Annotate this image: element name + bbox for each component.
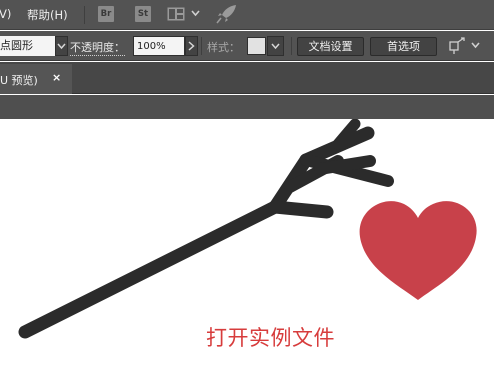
bridge-app-button[interactable]: Br (98, 6, 114, 22)
document-setup-button[interactable]: 文档设置 (297, 37, 364, 56)
artboard-canvas[interactable]: 打开实例文件 (0, 119, 494, 392)
stock-app-button[interactable]: St (135, 6, 151, 22)
document-tab-label: U 预览) (0, 74, 38, 87)
chevron-right-icon (188, 41, 195, 51)
document-tab-bar: U 预览) × (0, 62, 494, 94)
opacity-slider-button[interactable] (185, 36, 198, 56)
arrow-shape[interactable] (18, 200, 282, 339)
arrange-documents-icon[interactable] (167, 7, 185, 21)
style-label: 样式： (207, 41, 240, 54)
style-dropdown-button[interactable] (267, 36, 284, 56)
opacity-label[interactable]: 不透明度： (70, 39, 125, 56)
heart-shape[interactable] (359, 201, 477, 300)
menu-item-view[interactable]: V) (0, 7, 11, 21)
document-tab[interactable]: U 预览) × (0, 64, 72, 94)
menu-bar: V) 帮助(H) Br St (0, 0, 494, 30)
chevron-down-icon (271, 43, 280, 50)
control-separator (291, 37, 292, 55)
chevron-down-icon[interactable] (191, 10, 200, 17)
control-separator (201, 37, 202, 55)
opacity-input[interactable]: 100% (133, 36, 185, 56)
align-transform-icon[interactable] (447, 37, 467, 55)
shape-dropdown-button[interactable] (55, 36, 68, 56)
control-bar: 点圆形 不透明度： 100% 样式： 文档设置 首选项 (0, 31, 494, 61)
chevron-down-icon (57, 43, 66, 50)
canvas-gutter (0, 95, 494, 119)
canvas-caption: 打开实例文件 (206, 326, 335, 350)
menu-item-help[interactable]: 帮助(H) (27, 7, 68, 23)
arrow-fletching (268, 119, 394, 219)
chevron-down-icon[interactable] (471, 42, 480, 49)
graphic-style-swatch[interactable] (247, 37, 266, 55)
close-icon[interactable]: × (52, 71, 61, 84)
shape-select-field[interactable]: 点圆形 (0, 36, 56, 56)
menu-separator (84, 6, 85, 24)
gpu-rocket-icon[interactable] (216, 4, 238, 24)
preferences-button[interactable]: 首选项 (370, 37, 437, 56)
